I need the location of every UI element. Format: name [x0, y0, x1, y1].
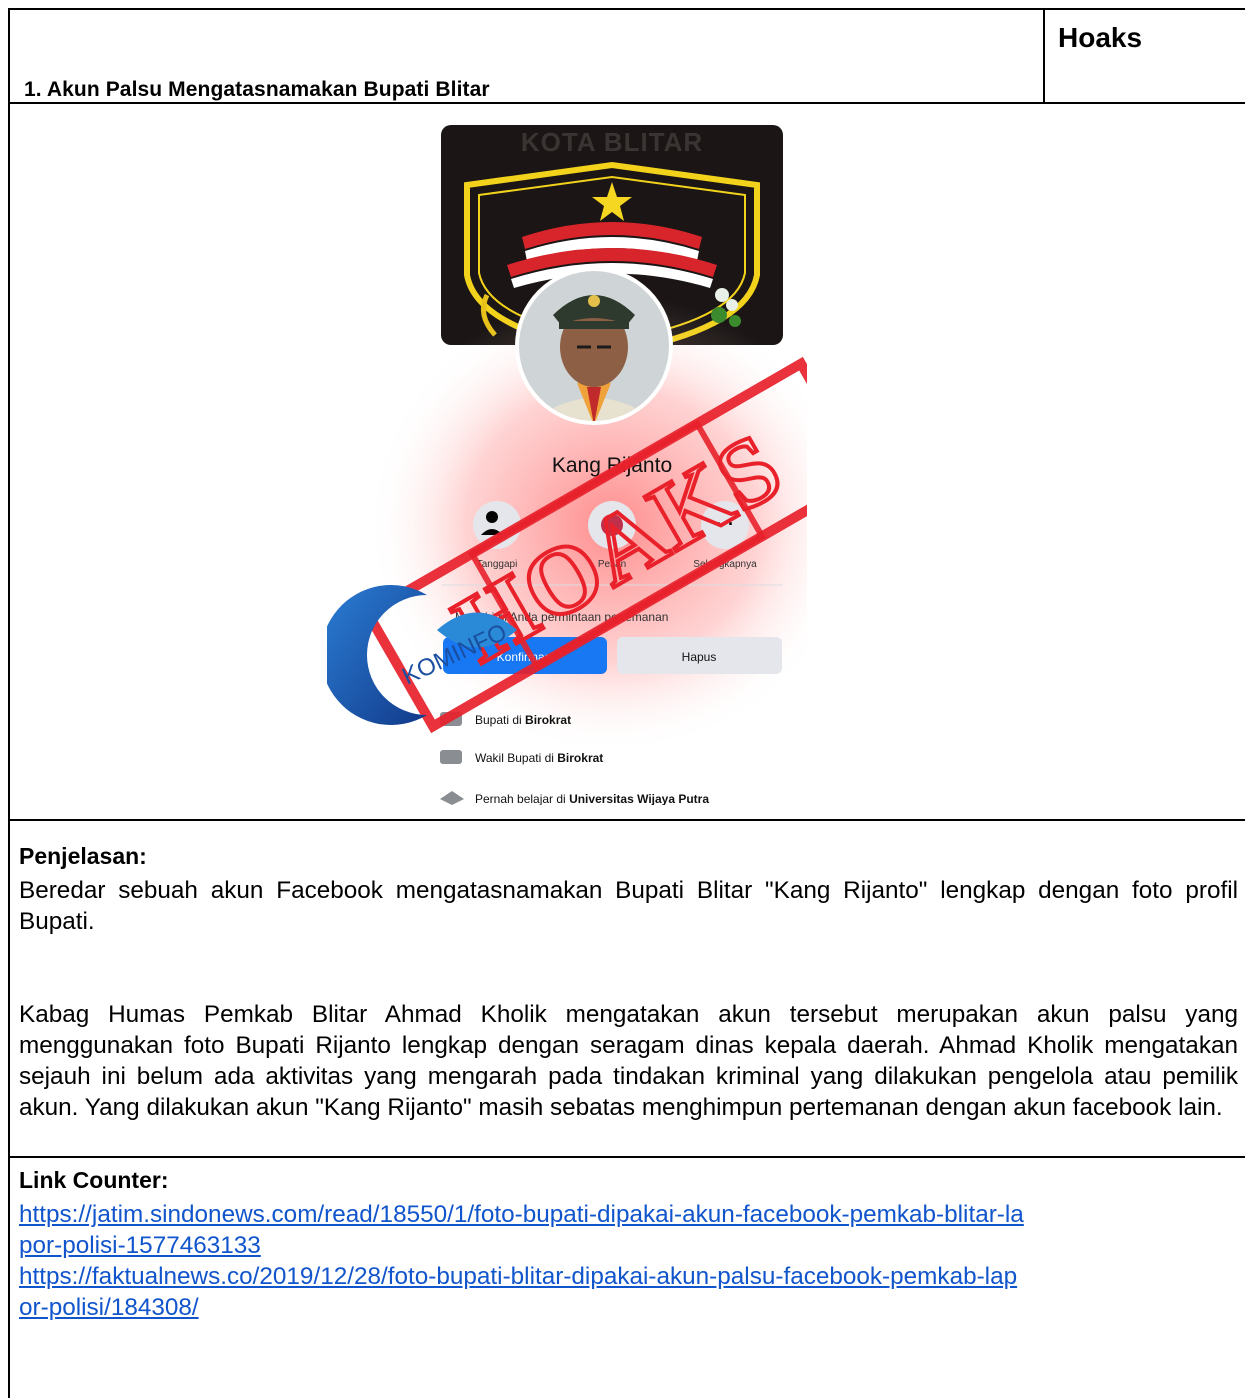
counter-link-2-line-1[interactable]: https://faktualnews.co/2019/12/28/foto-b… — [19, 1261, 1017, 1292]
counter-link-1-line-1[interactable]: https://jatim.sindonews.com/read/18550/1… — [19, 1199, 1024, 1230]
counter-link-1-line-2[interactable]: por-polisi-1577463133 — [19, 1230, 261, 1261]
article-title: 1. Akun Palsu Mengatasnamakan Bupati Bli… — [24, 78, 490, 101]
graduation-cap-icon — [440, 791, 464, 805]
explanation-paragraph-1: Beredar sebuah akun Facebook mengatasnam… — [19, 877, 1238, 935]
column-divider — [1043, 8, 1045, 104]
row-divider-image — [8, 819, 1245, 821]
svg-text:Wakil Bupati di Birokrat: Wakil Bupati di Birokrat — [475, 751, 603, 765]
svg-text:Pernah belajar di Universitas: Pernah belajar di Universitas Wijaya Put… — [475, 792, 709, 805]
counter-link-2-line-2[interactable]: or-polisi/184308/ — [19, 1292, 199, 1323]
link-counter-heading: Link Counter: — [19, 1167, 169, 1193]
facebook-profile-image: KOTA BLITAR Kang Rijanto ··· Tanggapi Pe… — [327, 125, 807, 805]
row-divider-explanation — [8, 1156, 1245, 1158]
explanation-heading: Penjelasan: — [19, 843, 147, 869]
briefcase-icon — [440, 750, 462, 764]
delete-label: Hapus — [682, 650, 717, 664]
explanation-paragraph-2: Kabag Humas Pemkab Blitar Ahmad Kholik m… — [19, 1001, 1238, 1121]
svg-text:Bupati di Birokrat: Bupati di Birokrat — [475, 713, 571, 727]
person-check-icon — [486, 511, 498, 523]
hoax-screenshot: KOTA BLITAR Kang Rijanto ··· Tanggapi Pe… — [327, 125, 807, 805]
verdict-label: Hoaks — [1058, 22, 1143, 53]
cover-text: KOTA BLITAR — [521, 127, 703, 157]
row-divider-header — [8, 102, 1245, 104]
